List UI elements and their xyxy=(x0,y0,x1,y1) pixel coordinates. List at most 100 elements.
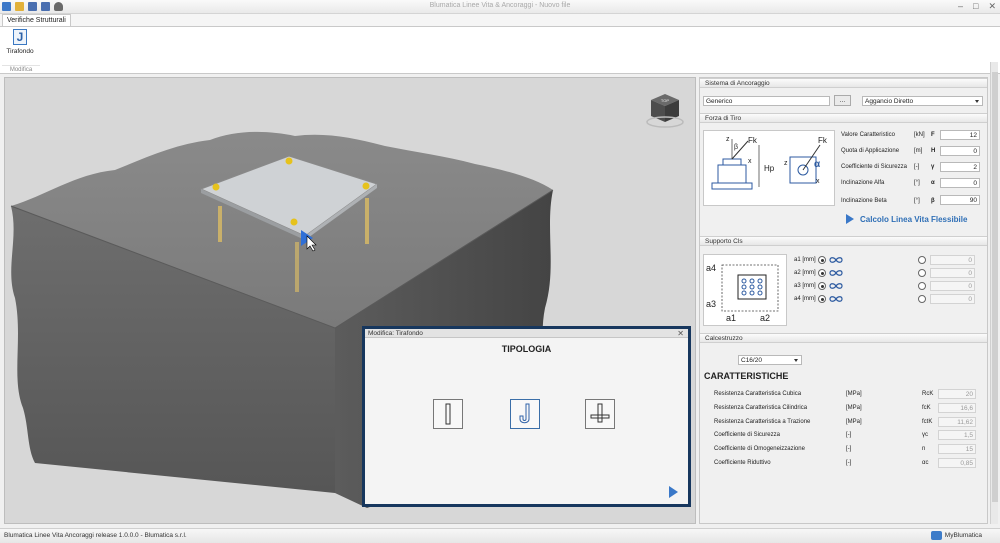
sketch-z2: z xyxy=(784,160,788,167)
panel-scrollbar[interactable] xyxy=(990,62,998,524)
forza-row-symbol: α xyxy=(931,180,935,186)
supporto-row-label: a4 [mm] xyxy=(794,296,816,302)
tipologia-heading: TIPOLOGIA xyxy=(501,344,552,354)
forza-row-label: Inclinazione Alfa xyxy=(841,180,885,186)
cls-row-label: Resistenza Caratteristica a Trazione xyxy=(714,419,811,425)
section-supporto-header[interactable]: Supporto Cls xyxy=(700,236,987,246)
sketch-a4: a4 xyxy=(706,263,716,273)
cls-row-symbol: fcK xyxy=(922,405,931,411)
cls-row-symbol: fctK xyxy=(922,419,933,425)
bolt xyxy=(290,218,298,226)
view-cube-label: TOP xyxy=(661,98,669,103)
scrollbar-thumb[interactable] xyxy=(992,72,998,502)
cls-row-unit: [MPa] xyxy=(846,391,862,397)
supporto-a1-radio[interactable] xyxy=(818,256,826,264)
sketch-z: z xyxy=(726,136,730,143)
dialog-titlebar[interactable]: Modifica: Tirafondo ✕ xyxy=(365,329,688,338)
status-bar: Blumatica Linee Vita Ancoraggi release 1… xyxy=(0,528,1000,543)
sketch-x: x xyxy=(748,158,752,165)
infinity-icon[interactable] xyxy=(829,295,843,303)
forza-row-label: Valore Caratteristico xyxy=(841,132,895,138)
forza-row-unit: [°] xyxy=(914,180,920,186)
section-forza-header[interactable]: Forza di Tiro xyxy=(700,113,987,123)
tirafondo-button[interactable]: J Tirafondo xyxy=(4,29,36,55)
section-calcestruzzo-header[interactable]: Calcestruzzo xyxy=(700,333,987,343)
maximize-button[interactable]: □ xyxy=(973,1,978,12)
j-anchor-icon: J xyxy=(13,29,27,45)
supporto-a4-radio[interactable] xyxy=(818,295,826,303)
anchor-rod xyxy=(218,206,222,242)
sketch-a2: a2 xyxy=(760,313,770,323)
cls-row-unit: [MPa] xyxy=(846,405,862,411)
supporto-a1-value-radio[interactable] xyxy=(918,256,926,264)
forza-diagram: Fk β z x Hp Fk α z x xyxy=(711,136,828,190)
forza-beta-input[interactable]: 90 xyxy=(940,195,980,205)
supporto-a2-value-radio[interactable] xyxy=(918,269,926,277)
dialog-title: Modifica: Tirafondo xyxy=(368,330,423,337)
infinity-icon[interactable] xyxy=(829,269,843,277)
forza-row-symbol: H xyxy=(931,148,936,154)
forza-sketch: Fk β z x Hp Fk α z x xyxy=(703,130,835,206)
forza-row-unit: [-] xyxy=(914,164,920,170)
sketch-fk2: Fk xyxy=(818,136,828,145)
minimize-button[interactable]: – xyxy=(958,1,963,12)
bolt xyxy=(362,182,370,190)
sketch-beta: β xyxy=(734,144,738,151)
infinity-icon[interactable] xyxy=(829,282,843,290)
sistema-field[interactable]: Generico xyxy=(703,96,830,106)
cls-row-unit: [-] xyxy=(846,432,852,438)
plate-anchor-option[interactable] xyxy=(585,399,615,429)
ribbon-tabs: Verifiche Strutturali xyxy=(0,14,1000,26)
caratteristiche-title: CARATTERISTICHE xyxy=(704,371,789,381)
forza-row-symbol: F xyxy=(931,132,935,138)
properties-panel: Sistema di Ancoraggio Generico ... Aggan… xyxy=(699,77,988,524)
forza-coeff-input[interactable]: 2 xyxy=(940,162,980,172)
section-sistema-header[interactable]: Sistema di Ancoraggio xyxy=(700,78,987,88)
forza-row-label: Quota di Applicazione xyxy=(841,148,900,154)
bolt xyxy=(285,157,293,165)
forza-row-label: Coefficiente di Sicurezza xyxy=(841,164,907,170)
j-anchor-option[interactable] xyxy=(510,399,540,429)
forza-alfa-input[interactable]: 0 xyxy=(940,178,980,188)
modifica-tirafondo-dialog: Modifica: Tirafondo ✕ TIPOLOGIA xyxy=(362,326,691,507)
browse-button[interactable]: ... xyxy=(834,95,851,106)
anchor-rod xyxy=(365,198,369,244)
cls-row-symbol: αc xyxy=(922,460,929,466)
forza-row-symbol: γ xyxy=(931,164,935,170)
tab-verifiche-strutturali[interactable]: Verifiche Strutturali xyxy=(2,14,71,26)
dialog-play-button[interactable] xyxy=(669,486,678,498)
cls-row-label: Coefficiente di Omogeneizzazione xyxy=(714,446,805,452)
forza-row-label: Inclinazione Beta xyxy=(841,198,887,204)
ribbon-panel: J Tirafondo Modifica xyxy=(0,26,1000,74)
cls-row-unit: [-] xyxy=(846,446,852,452)
myblumatica-label: MyBlumatica xyxy=(944,532,982,539)
cls-fctk-value: 11,62 xyxy=(938,417,976,427)
supporto-a3-value-radio[interactable] xyxy=(918,282,926,290)
supporto-a1-input[interactable]: 0 xyxy=(930,255,975,265)
sketch-fk: Fk xyxy=(748,136,758,145)
forza-quota-input[interactable]: 0 xyxy=(940,146,980,156)
window-title: Blumatica Linee Vita & Ancoraggi - Nuovo… xyxy=(429,2,571,9)
close-button[interactable]: ✕ xyxy=(988,1,996,12)
sketch-a1: a1 xyxy=(726,313,736,323)
supporto-a4-value-radio[interactable] xyxy=(918,295,926,303)
forza-valore-input[interactable]: 12 xyxy=(940,130,980,140)
supporto-a3-input[interactable]: 0 xyxy=(930,281,975,291)
cloud-user-icon xyxy=(930,531,942,540)
supporto-a4-input[interactable]: 0 xyxy=(930,294,975,304)
supporto-diagram: a4 a3 a1 a2 xyxy=(706,263,779,323)
aggancio-dropdown[interactable]: Aggancio Diretto xyxy=(862,96,983,106)
cls-row-unit: [MPa] xyxy=(846,419,862,425)
supporto-a2-radio[interactable] xyxy=(818,269,826,277)
classe-cls-dropdown[interactable]: C16/20 xyxy=(738,355,802,365)
supporto-row-label: a2 [mm] xyxy=(794,270,816,276)
forza-row-unit: [°] xyxy=(914,198,920,204)
straight-anchor-option[interactable] xyxy=(433,399,463,429)
myblumatica-button[interactable]: MyBlumatica xyxy=(930,531,982,540)
calcolo-linea-vita-button[interactable]: Calcolo Linea Vita Flessibile xyxy=(846,214,967,224)
supporto-a3-radio[interactable] xyxy=(818,282,826,290)
view-cube[interactable]: TOP xyxy=(646,94,684,128)
dialog-close-button[interactable]: ✕ xyxy=(677,329,684,338)
supporto-a2-input[interactable]: 0 xyxy=(930,268,975,278)
infinity-icon[interactable] xyxy=(829,256,843,264)
